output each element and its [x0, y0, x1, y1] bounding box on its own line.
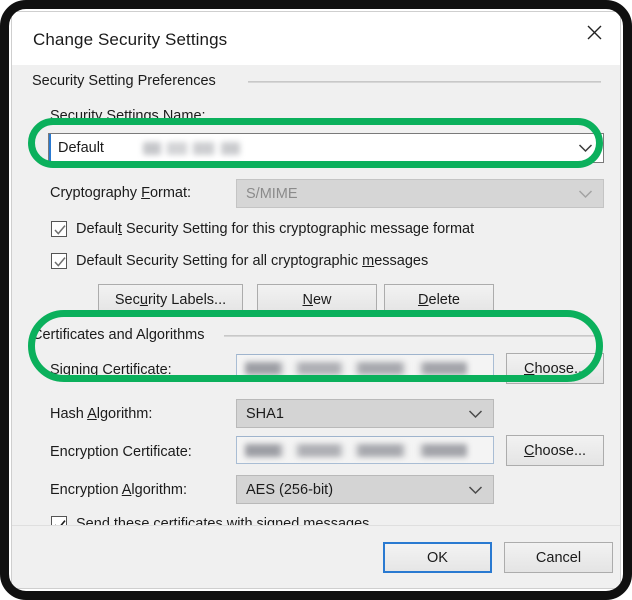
security-labels-button[interactable]: Security Labels...: [98, 284, 243, 315]
hash-algorithm-value: SHA1: [246, 405, 284, 422]
choose-encryption-button-label: Choose...: [523, 442, 587, 459]
dialog-footer: OK Cancel: [12, 525, 620, 588]
choose-signing-button-label: Choose...: [523, 360, 587, 377]
signing-certificate-redacted-value: [245, 362, 467, 375]
hash-algorithm-combo[interactable]: SHA1: [236, 399, 494, 428]
delete-button[interactable]: Delete: [384, 284, 494, 315]
checkbox-label: Default Security Setting for this crypto…: [76, 221, 475, 237]
checkbox-default-this-format[interactable]: Default Security Setting for this crypto…: [51, 221, 474, 237]
title-bar: Change Security Settings: [12, 12, 620, 65]
crypto-format-value: S/MIME: [246, 185, 298, 202]
cancel-button-label: Cancel: [535, 549, 582, 566]
encryption-algorithm-combo[interactable]: AES (256-bit): [236, 475, 494, 504]
close-icon: [586, 24, 603, 41]
screenshot-root: Change Security Settings Security Settin…: [0, 0, 632, 600]
ok-button[interactable]: OK: [383, 542, 492, 573]
cancel-button[interactable]: Cancel: [504, 542, 613, 573]
settings-name-label: Security Settings Name:: [50, 108, 206, 124]
encryption-algorithm-value: AES (256-bit): [246, 481, 334, 498]
check-icon: [54, 257, 66, 267]
encryption-certificate-redacted-value: [245, 444, 467, 457]
signing-certificate-label: Signing Certificate:: [50, 362, 172, 378]
group-divider-preferences: [248, 81, 601, 83]
encryption-certificate-field[interactable]: [236, 436, 494, 464]
new-button[interactable]: New: [257, 284, 377, 315]
page-title: Change Security Settings: [33, 30, 228, 49]
chevron-down-icon: [578, 189, 593, 199]
close-button[interactable]: [568, 12, 620, 52]
group-divider-certificates: [224, 335, 601, 337]
group-label-certificates: Certificates and Algorithms: [32, 327, 213, 343]
settings-name-combo[interactable]: Default: [48, 133, 604, 163]
encryption-algorithm-label: Encryption Algorithm:: [50, 482, 188, 498]
checkbox-default-all-messages[interactable]: Default Security Setting for all cryptog…: [51, 253, 428, 269]
settings-name-redacted-text: [143, 142, 240, 155]
signing-certificate-field[interactable]: [236, 354, 494, 382]
choose-encryption-certificate-button[interactable]: Choose...: [506, 435, 604, 466]
delete-button-label: Delete: [418, 291, 460, 308]
dialog-body: Security Setting Preferences Security Se…: [12, 65, 620, 588]
change-security-settings-dialog: Change Security Settings Security Settin…: [11, 11, 621, 589]
new-button-label: New: [302, 291, 332, 308]
crypto-format-combo[interactable]: S/MIME: [236, 179, 604, 208]
crypto-format-label: Cryptography Format:: [50, 185, 192, 201]
chevron-down-icon: [468, 485, 483, 495]
security-labels-button-label: Security Labels...: [114, 291, 227, 308]
checkbox-label: Default Security Setting for all cryptog…: [76, 253, 429, 269]
chevron-down-icon: [578, 143, 593, 153]
ok-button-label: OK: [427, 549, 448, 566]
group-label-preferences: Security Setting Preferences: [32, 73, 224, 89]
checkbox-box: [51, 221, 67, 237]
encryption-certificate-label: Encryption Certificate:: [50, 444, 192, 460]
check-icon: [54, 225, 66, 235]
choose-signing-certificate-button[interactable]: Choose...: [506, 353, 604, 384]
checkbox-box: [51, 253, 67, 269]
settings-name-value: Default: [58, 140, 104, 156]
hash-algorithm-label: Hash Algorithm:: [50, 406, 153, 422]
chevron-down-icon: [468, 409, 483, 419]
